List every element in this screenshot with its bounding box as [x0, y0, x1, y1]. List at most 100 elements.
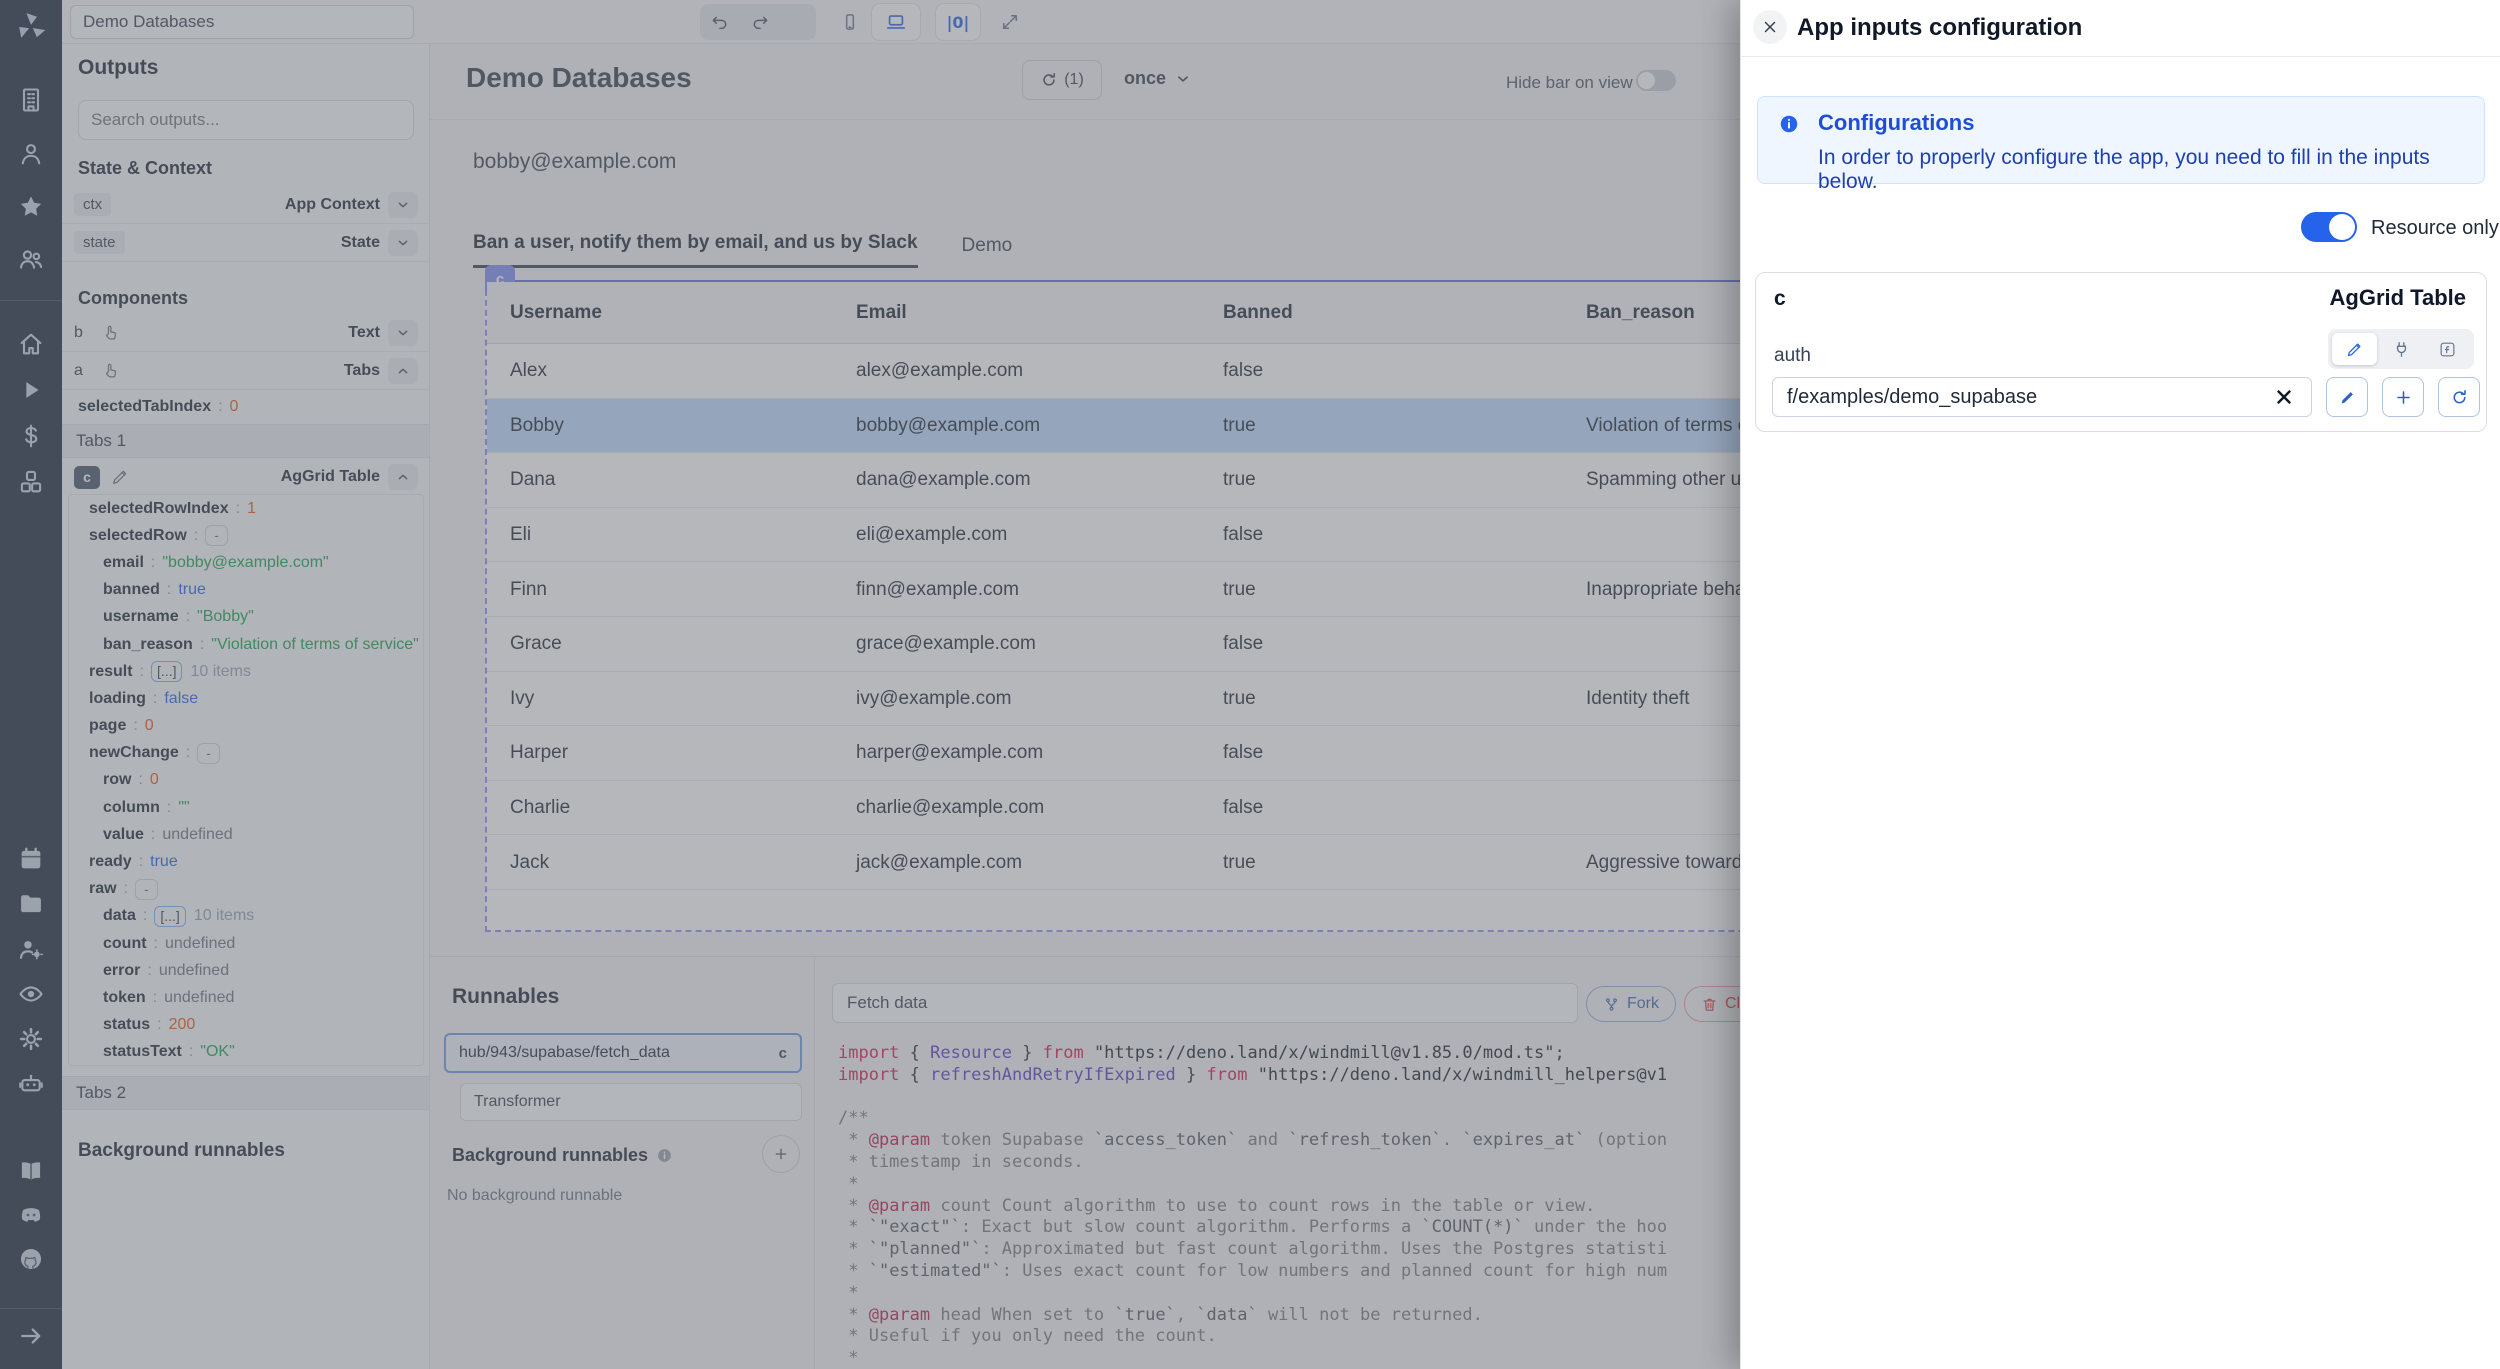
table-cell: false — [1223, 617, 1263, 672]
tree-value: undefined — [159, 962, 229, 980]
app-name-input[interactable] — [70, 5, 414, 39]
static-mode-button[interactable] — [2332, 333, 2377, 365]
redo-button[interactable] — [740, 4, 780, 40]
close-icon — [1761, 18, 1779, 36]
expand-array-toggle[interactable]: [...] — [154, 906, 185, 927]
runnable-item-fetch-data[interactable]: hub/943/supabase/fetch_data c — [444, 1033, 802, 1073]
diff-view-button[interactable]: |0| — [936, 4, 980, 40]
resource-path-input[interactable] — [1772, 377, 2312, 417]
play-icon[interactable] — [17, 376, 45, 404]
discord-icon[interactable] — [17, 1201, 45, 1229]
github-icon[interactable] — [17, 1245, 45, 1273]
calendar-icon[interactable] — [17, 845, 45, 873]
fork-button[interactable]: Fork — [1586, 986, 1676, 1022]
tree-row-row: row:0 — [69, 767, 423, 794]
dollar-icon[interactable] — [17, 422, 45, 450]
user-icon[interactable] — [17, 140, 45, 168]
runnable-name-input[interactable] — [832, 983, 1578, 1023]
user-gear-icon[interactable] — [17, 935, 45, 963]
schedule-select[interactable]: once — [1124, 68, 1192, 89]
column-header-ban_reason[interactable]: Ban_reason — [1586, 282, 1695, 344]
gear-icon[interactable] — [17, 1025, 45, 1053]
tree-row-selectedRowIndex: selectedRowIndex:1 — [69, 495, 423, 522]
resource-only-toggle[interactable] — [2301, 212, 2357, 242]
table-cell: Aggressive toward — [1586, 835, 1742, 890]
add-resource-button[interactable] — [2382, 377, 2424, 417]
tree-value: "Violation of terms of service" — [211, 636, 419, 654]
robot-icon[interactable] — [17, 1070, 45, 1098]
refresh-icon — [1040, 71, 1058, 89]
tree-row-email: email:"bobby@example.com" — [69, 549, 423, 576]
connect-mode-button[interactable] — [2379, 333, 2424, 365]
book-icon[interactable] — [17, 1157, 45, 1185]
windmill-app-editor: |0| Outputs State & Context ctx App Cont… — [0, 0, 2500, 1369]
output-row-ctx[interactable]: ctx App Context — [62, 186, 430, 224]
column-header-banned[interactable]: Banned — [1223, 282, 1293, 344]
collapse-toggle[interactable]: - — [135, 879, 158, 900]
users-icon[interactable] — [17, 245, 45, 273]
pencil-icon[interactable] — [110, 467, 130, 487]
app-tab-1[interactable]: Demo — [962, 235, 1013, 268]
undo-button[interactable] — [700, 4, 740, 40]
table-cell: ivy@example.com — [856, 672, 1012, 727]
collapse-toggle[interactable]: - — [197, 743, 220, 764]
building-icon[interactable] — [17, 86, 45, 114]
tree-row-page: page:0 — [69, 713, 423, 740]
table-cell: false — [1223, 726, 1263, 781]
runnable-item-transformer[interactable]: Transformer — [460, 1083, 802, 1121]
component-b-expand-button[interactable] — [388, 320, 418, 346]
app-tab-0[interactable]: Ban a user, notify them by email, and us… — [473, 232, 918, 268]
output-row-state[interactable]: state State — [62, 224, 430, 262]
state-key: state — [74, 231, 125, 254]
tree-row-result: result:[...]10 items — [69, 658, 423, 685]
edit-resource-button[interactable] — [2326, 377, 2368, 417]
eval-mode-button[interactable] — [2425, 333, 2470, 365]
component-c-id: c — [74, 466, 100, 489]
table-cell: Ivy — [510, 672, 534, 727]
add-background-runnable-button[interactable] — [762, 1135, 800, 1173]
no-background-runnable-text: No background runnable — [447, 1187, 622, 1205]
clear-input-icon[interactable] — [2272, 385, 2296, 409]
folder-icon[interactable] — [17, 890, 45, 918]
tabs2-header[interactable]: Tabs 2 — [62, 1076, 430, 1110]
tree-row-column: column:"" — [69, 794, 423, 821]
refresh-resource-button[interactable] — [2438, 377, 2480, 417]
resource-only-label: Resource only — [2371, 217, 2499, 240]
cubes-icon[interactable] — [17, 468, 45, 496]
expand-array-toggle[interactable]: [...] — [151, 661, 182, 682]
ctx-expand-button[interactable] — [388, 192, 418, 218]
component-type: AgGrid Table — [2330, 285, 2467, 311]
component-c-type: AgGrid Table — [281, 468, 380, 486]
drawer-title: App inputs configuration — [1797, 14, 2082, 42]
text-component: bobby@example.com — [473, 150, 676, 174]
fullscreen-button[interactable] — [990, 4, 1030, 40]
component-row-b[interactable]: b Text — [62, 314, 430, 352]
star-icon[interactable] — [17, 193, 45, 221]
expand-sidebar-icon[interactable] — [17, 1322, 45, 1350]
mobile-view-button[interactable] — [830, 4, 870, 40]
collapse-toggle[interactable]: - — [205, 525, 228, 546]
close-drawer-button[interactable] — [1753, 10, 1787, 44]
component-row-c[interactable]: c AgGrid Table — [62, 458, 430, 496]
home-icon[interactable] — [17, 330, 45, 358]
hide-bar-toggle[interactable] — [1636, 70, 1676, 91]
tree-key: result — [89, 663, 133, 681]
eye-icon[interactable] — [17, 980, 45, 1008]
column-header-email[interactable]: Email — [856, 282, 907, 344]
column-header-username[interactable]: Username — [510, 282, 602, 344]
runnables-panel: Runnables hub/943/supabase/fetch_data c … — [430, 957, 815, 1369]
state-expand-button[interactable] — [388, 230, 418, 256]
refresh-app-button[interactable]: (1) — [1022, 60, 1102, 100]
windmill-logo-icon[interactable] — [14, 10, 48, 44]
component-a-collapse-button[interactable] — [388, 358, 418, 384]
tree-key: status — [103, 1016, 150, 1034]
tree-key: raw — [89, 880, 117, 898]
desktop-view-button[interactable] — [872, 4, 920, 40]
tree-key: value — [103, 826, 144, 844]
component-c-collapse-button[interactable] — [388, 464, 418, 490]
component-row-a[interactable]: a Tabs — [62, 352, 430, 390]
ctx-type: App Context — [285, 196, 380, 214]
search-outputs-input[interactable] — [78, 100, 414, 140]
table-cell: Charlie — [510, 781, 570, 836]
tree-key: error — [103, 962, 140, 980]
